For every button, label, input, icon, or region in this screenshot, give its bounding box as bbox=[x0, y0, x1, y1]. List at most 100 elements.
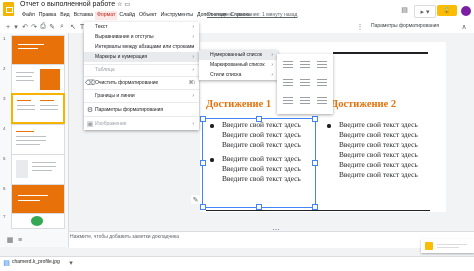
bullet bbox=[327, 124, 331, 128]
slide-thumbnail-6[interactable] bbox=[11, 184, 65, 215]
slide-number: 3 bbox=[3, 96, 6, 101]
redo-icon[interactable]: ↷ bbox=[30, 23, 38, 31]
slide-bottom-rule bbox=[206, 210, 430, 211]
menu-file[interactable]: Файл bbox=[20, 11, 37, 20]
right-item-3[interactable]: Введите свой текст здесь bbox=[339, 140, 418, 150]
list-style-option[interactable] bbox=[281, 94, 295, 107]
present-button[interactable]: ▸ ▾ bbox=[414, 5, 436, 18]
zoom-icon[interactable]: ⌕ bbox=[58, 23, 66, 31]
select-icon[interactable]: ↖ bbox=[69, 23, 77, 31]
new-slide-dropdown-icon[interactable]: ▾ bbox=[13, 23, 19, 31]
right-item-4[interactable]: Введите свой текст здесь bbox=[339, 150, 418, 160]
bullets-submenu: Нумерованный список › Маркированный списо… bbox=[199, 50, 278, 80]
list-style-option[interactable] bbox=[298, 94, 312, 107]
star-icon[interactable]: ☆ bbox=[117, 2, 122, 8]
menu-item-clear-format[interactable]: Очистить форматирование ⌘\ bbox=[84, 78, 199, 88]
slide-thumbnail-4[interactable] bbox=[11, 124, 65, 155]
grid-view-icon[interactable]: ▦ bbox=[6, 236, 14, 244]
resize-handle[interactable] bbox=[200, 116, 206, 122]
format-options-button[interactable]: Параметры форматирования bbox=[371, 23, 439, 29]
slide-top-rule bbox=[333, 52, 428, 54]
menu-item-text[interactable]: Текст › bbox=[84, 22, 199, 32]
menu-format[interactable]: Формат bbox=[94, 11, 118, 20]
right-item-2[interactable]: Введите свой текст здесь bbox=[339, 130, 418, 140]
speaker-notes-hint[interactable]: Нажмите, чтобы добавить заметки докладчи… bbox=[70, 234, 179, 240]
new-slide-icon[interactable]: + bbox=[4, 23, 12, 31]
menu-item-alignment[interactable]: Выравнивание и отступы › bbox=[84, 32, 199, 42]
list-style-option[interactable] bbox=[315, 58, 329, 71]
slide-thumbnail-7[interactable] bbox=[11, 213, 65, 229]
notes-resize-handle-icon[interactable]: ⋯ bbox=[272, 227, 280, 234]
menu-divider bbox=[84, 116, 199, 117]
slide-thumbnail-2[interactable] bbox=[11, 64, 65, 95]
submenu-item-bulleted[interactable]: Маркированный список › bbox=[199, 60, 278, 70]
slide-number: 7 bbox=[3, 214, 6, 219]
avatar[interactable] bbox=[461, 6, 471, 16]
left-item-2[interactable]: Введите свой текст здесь bbox=[222, 130, 301, 140]
document-title[interactable]: Отчет о выполненной работе ☆ ▭ bbox=[20, 1, 130, 8]
right-item-1[interactable]: Введите свой текст здесь bbox=[339, 120, 418, 130]
menu-item-borders[interactable]: Границы и линии › bbox=[84, 91, 199, 101]
lock-icon: 🔒 bbox=[443, 8, 451, 14]
print-icon[interactable]: ⎙ bbox=[39, 23, 47, 31]
right-item-6[interactable]: Введите свой текст здесь bbox=[339, 170, 418, 180]
menu-tools[interactable]: Инструменты bbox=[159, 11, 195, 20]
download-file-name[interactable]: chamerd.k_profile.jpg bbox=[12, 259, 60, 265]
slides-logo-icon[interactable] bbox=[3, 2, 14, 16]
notification-banner bbox=[421, 239, 474, 253]
slide-number: 6 bbox=[3, 186, 6, 191]
submenu-item-list-styles[interactable]: Стили списка › bbox=[199, 70, 278, 80]
resize-handle[interactable] bbox=[312, 116, 318, 122]
slide-number: 2 bbox=[3, 66, 6, 71]
list-style-option[interactable] bbox=[281, 58, 295, 71]
bullet bbox=[210, 158, 214, 162]
slide-number: 4 bbox=[3, 126, 6, 131]
numbered-list-gallery bbox=[277, 54, 333, 114]
chevron-down-icon[interactable]: ▾ bbox=[68, 259, 74, 267]
left-item-6[interactable]: Введите свой текст здесь bbox=[222, 174, 301, 184]
explore-icon[interactable]: ✎ bbox=[191, 195, 200, 204]
notification-icon bbox=[425, 242, 433, 250]
list-style-option[interactable] bbox=[281, 76, 295, 89]
resize-handle[interactable] bbox=[200, 160, 206, 166]
slide-thumbnail-1[interactable] bbox=[11, 35, 65, 66]
last-edit-link[interactable]: Последнее изменение: 1 минуту назад bbox=[207, 12, 297, 18]
menu-item-bullets[interactable]: Маркеры и нумерация › bbox=[84, 52, 199, 62]
list-style-option[interactable] bbox=[298, 76, 312, 89]
list-style-option[interactable] bbox=[315, 76, 329, 89]
menu-slide[interactable]: Слайд bbox=[117, 11, 137, 20]
paint-format-icon[interactable]: ✎ bbox=[48, 23, 56, 31]
slide-thumbnail-5[interactable] bbox=[11, 154, 65, 185]
resize-handle[interactable] bbox=[312, 160, 318, 166]
list-view-icon[interactable]: ≡ bbox=[16, 236, 24, 244]
list-style-option[interactable] bbox=[298, 58, 312, 71]
document-title-text[interactable]: Отчет о выполненной работе bbox=[20, 1, 115, 8]
menu-item-table: Таблица › bbox=[95, 67, 194, 73]
menu-divider bbox=[84, 102, 199, 103]
more-options-icon[interactable]: ⋮ bbox=[356, 23, 364, 31]
right-item-5[interactable]: Введите свой текст здесь bbox=[339, 160, 418, 170]
list-style-option[interactable] bbox=[315, 94, 329, 107]
menu-item-format-options[interactable]: Параметры форматирования bbox=[84, 105, 199, 115]
menu-insert[interactable]: Вставка bbox=[72, 11, 95, 20]
menu-divider bbox=[84, 89, 199, 90]
comments-icon[interactable]: ▤ bbox=[398, 5, 411, 15]
format-menu: Текст › Выравнивание и отступы › Интервалы… bbox=[84, 22, 199, 130]
submenu-item-numbered[interactable]: Нумерованный список › bbox=[199, 50, 278, 60]
left-column-title[interactable]: Достижение 1 bbox=[206, 99, 271, 110]
left-item-4[interactable]: Введите свой текст здесь bbox=[222, 154, 301, 164]
left-item-5[interactable]: Введите свой текст здесь bbox=[222, 164, 301, 174]
menu-view[interactable]: Вид bbox=[58, 11, 71, 20]
file-icon: ▤ bbox=[3, 260, 10, 267]
slide-thumbnail-3[interactable] bbox=[11, 93, 65, 124]
left-item-1[interactable]: Введите свой текст здесь bbox=[222, 120, 301, 130]
move-folder-icon[interactable]: ▭ bbox=[124, 2, 130, 8]
undo-icon[interactable]: ↶ bbox=[21, 23, 29, 31]
left-item-3[interactable]: Введите свой текст здесь bbox=[222, 140, 301, 150]
share-button[interactable]: 🔒 bbox=[437, 5, 457, 16]
menu-edit[interactable]: Правка bbox=[37, 11, 59, 20]
right-column-title[interactable]: Достижение 2 bbox=[331, 99, 396, 110]
menu-item-spacing[interactable]: Интервалы между абзацами или строками › bbox=[84, 42, 199, 52]
menu-object[interactable]: Объект bbox=[137, 11, 159, 20]
collapse-toolbar-icon[interactable]: ∧ bbox=[460, 23, 468, 31]
